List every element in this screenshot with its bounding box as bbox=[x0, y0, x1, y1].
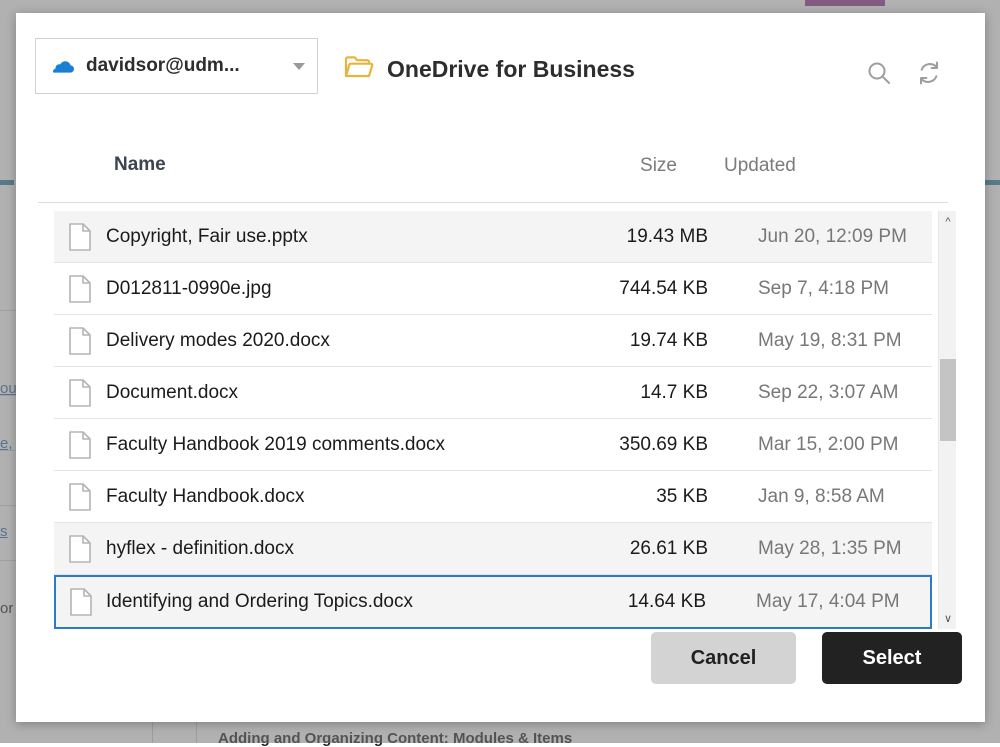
refresh-icon[interactable] bbox=[915, 59, 943, 87]
file-icon bbox=[54, 535, 106, 563]
account-email-label: davidsor@udm... bbox=[86, 55, 287, 77]
file-icon bbox=[54, 327, 106, 355]
file-icon bbox=[54, 223, 106, 251]
file-size: 350.69 KB bbox=[600, 434, 714, 456]
folder-icon bbox=[344, 55, 374, 84]
file-updated: Sep 22, 3:07 AM bbox=[714, 382, 932, 404]
file-updated: May 28, 1:35 PM bbox=[714, 538, 932, 560]
file-name: Delivery modes 2020.docx bbox=[106, 330, 600, 352]
file-row[interactable]: Document.docx14.7 KBSep 22, 3:07 AM bbox=[54, 367, 932, 419]
file-icon bbox=[54, 275, 106, 303]
file-row[interactable]: Copyright, Fair use.pptx19.43 MBJun 20, … bbox=[54, 211, 932, 263]
file-row[interactable]: Faculty Handbook 2019 comments.docx350.6… bbox=[54, 419, 932, 471]
column-header-size[interactable]: Size bbox=[589, 155, 677, 177]
cancel-button[interactable]: Cancel bbox=[651, 632, 796, 684]
file-icon bbox=[56, 588, 106, 616]
dialog-footer: Cancel Select bbox=[16, 622, 985, 722]
column-header-updated[interactable]: Updated bbox=[724, 155, 796, 177]
file-updated: Mar 15, 2:00 PM bbox=[714, 434, 932, 456]
file-size: 19.43 MB bbox=[600, 226, 714, 248]
file-row[interactable]: D012811-0990e.jpg744.54 KBSep 7, 4:18 PM bbox=[54, 263, 932, 315]
file-size: 14.64 KB bbox=[598, 591, 712, 613]
file-size: 19.74 KB bbox=[600, 330, 714, 352]
folder-title: OneDrive for Business bbox=[387, 56, 635, 83]
file-size: 35 KB bbox=[600, 486, 714, 508]
file-name: Identifying and Ordering Topics.docx bbox=[106, 591, 598, 613]
file-size: 26.61 KB bbox=[600, 538, 714, 560]
location-breadcrumb: OneDrive for Business bbox=[344, 55, 635, 84]
file-updated: Jan 9, 8:58 AM bbox=[714, 486, 932, 508]
header-actions bbox=[865, 59, 943, 87]
file-name: Document.docx bbox=[106, 382, 600, 404]
select-button[interactable]: Select bbox=[822, 632, 962, 684]
file-name: Faculty Handbook.docx bbox=[106, 486, 600, 508]
scrollbar-thumb[interactable] bbox=[940, 359, 956, 441]
onedrive-cloud-icon bbox=[52, 58, 76, 74]
chevron-down-icon bbox=[293, 63, 305, 70]
file-updated: May 19, 8:31 PM bbox=[714, 330, 932, 352]
scroll-up-arrow-icon[interactable]: ^ bbox=[939, 213, 957, 230]
file-list-scrollbar[interactable]: ^ ∨ bbox=[938, 211, 956, 629]
file-list[interactable]: Copyright, Fair use.pptx19.43 MBJun 20, … bbox=[54, 211, 948, 629]
file-table-header: Name Size Updated bbox=[38, 141, 948, 203]
file-name: Copyright, Fair use.pptx bbox=[106, 226, 600, 248]
search-icon[interactable] bbox=[865, 59, 893, 87]
file-icon bbox=[54, 379, 106, 407]
file-icon bbox=[54, 483, 106, 511]
file-row[interactable]: Faculty Handbook.docx35 KBJan 9, 8:58 AM bbox=[54, 471, 932, 523]
dialog-header: davidsor@udm... OneDrive for Business bbox=[16, 13, 985, 125]
file-row[interactable]: hyflex - definition.docx26.61 KBMay 28, … bbox=[54, 523, 932, 575]
file-icon bbox=[54, 431, 106, 459]
file-picker-dialog: davidsor@udm... OneDrive for Business bbox=[16, 13, 985, 722]
file-name: D012811-0990e.jpg bbox=[106, 278, 600, 300]
file-size: 744.54 KB bbox=[600, 278, 714, 300]
file-name: Faculty Handbook 2019 comments.docx bbox=[106, 434, 600, 456]
account-selector[interactable]: davidsor@udm... bbox=[35, 38, 318, 94]
column-header-name[interactable]: Name bbox=[114, 154, 166, 176]
file-name: hyflex - definition.docx bbox=[106, 538, 600, 560]
file-row[interactable]: Delivery modes 2020.docx19.74 KBMay 19, … bbox=[54, 315, 932, 367]
file-updated: Sep 7, 4:18 PM bbox=[714, 278, 932, 300]
file-size: 14.7 KB bbox=[600, 382, 714, 404]
file-updated: Jun 20, 12:09 PM bbox=[714, 226, 932, 248]
file-row-selected[interactable]: Identifying and Ordering Topics.docx14.6… bbox=[54, 575, 932, 629]
file-updated: May 17, 4:04 PM bbox=[712, 591, 930, 613]
